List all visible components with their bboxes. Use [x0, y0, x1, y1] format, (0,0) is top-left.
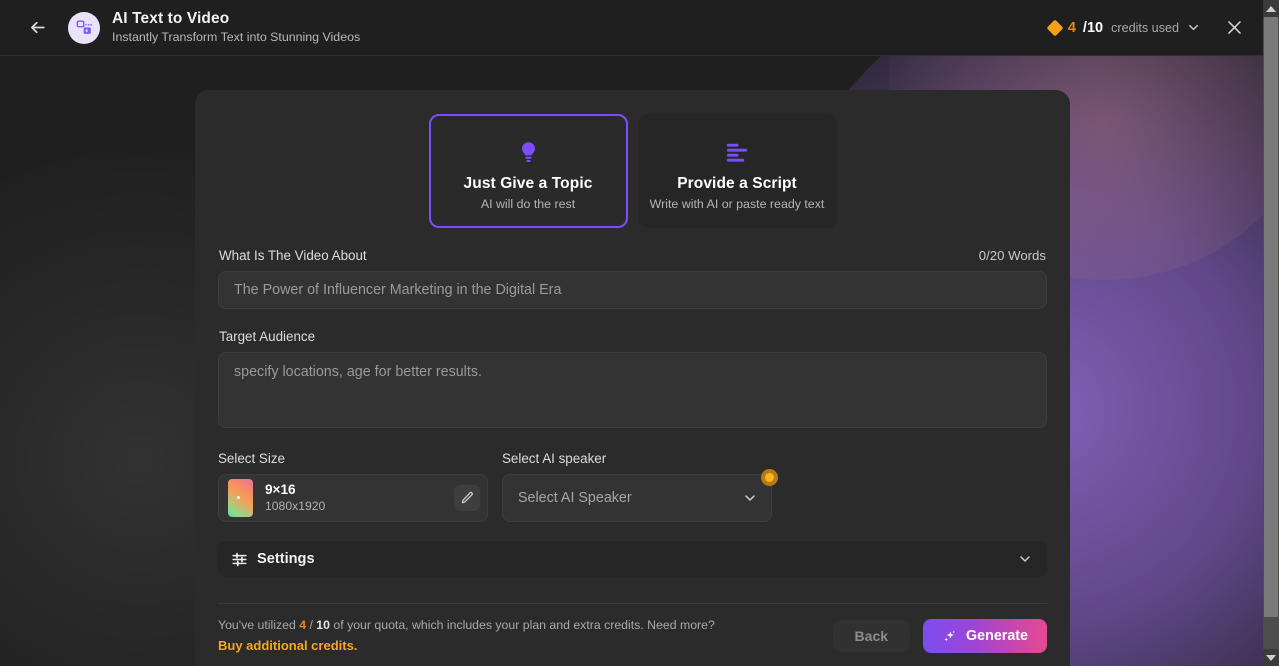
- diamond-icon: [1046, 19, 1064, 36]
- topic-input[interactable]: [218, 271, 1047, 309]
- mode-selector: Just Give a Topic AI will do the rest Pr…: [218, 114, 1047, 228]
- mode-card-subtitle: Write with AI or paste ready text: [649, 197, 825, 211]
- credits-separator-total: /10: [1082, 19, 1104, 36]
- speaker-selected-value: Select AI Speaker: [518, 490, 632, 506]
- top-bar: AI Text to Video Instantly Transform Tex…: [0, 0, 1263, 56]
- size-selector[interactable]: 9×16 1080x1920: [218, 474, 488, 522]
- arrow-left-icon: [30, 21, 45, 34]
- close-icon: [1227, 21, 1241, 34]
- credits-chevron-down-icon[interactable]: [1186, 20, 1201, 35]
- scrollbar-track[interactable]: [1263, 17, 1279, 649]
- close-button[interactable]: [1219, 13, 1249, 43]
- quota-message: You've utilized 4 / 10 of your quota, wh…: [218, 617, 715, 656]
- settings-label: Settings: [257, 551, 315, 567]
- quota-suffix: of your quota, which includes your plan …: [329, 618, 715, 632]
- notification-dot-icon[interactable]: [761, 469, 778, 486]
- mode-card-just-give-a-topic[interactable]: Just Give a Topic AI will do the rest: [428, 114, 628, 228]
- mode-card-subtitle: AI will do the rest: [480, 197, 576, 211]
- generate-button[interactable]: Generate: [923, 619, 1047, 654]
- settings-chevron-down-icon: [1017, 551, 1033, 567]
- audience-field-label: Target Audience: [219, 329, 316, 344]
- page-scrollbar[interactable]: [1263, 0, 1279, 666]
- size-preview-thumbnail: [228, 479, 253, 517]
- app-logo-icon: [76, 20, 92, 34]
- quota-slash: /: [306, 618, 317, 632]
- buy-credits-link[interactable]: Buy additional credits.: [218, 637, 715, 656]
- text-to-video-panel: Just Give a Topic AI will do the rest Pr…: [195, 90, 1070, 666]
- credits-used-count: 4: [1067, 19, 1076, 36]
- edit-size-button[interactable]: [454, 485, 480, 511]
- top-bar-right-group: 4 /10 credits used: [1046, 13, 1249, 43]
- topic-field-label: What Is The Video About: [219, 248, 367, 263]
- size-resolution: 1080x1920: [265, 499, 326, 514]
- audience-field-group: Target Audience: [218, 329, 1047, 433]
- size-speaker-row: Select Size 9×16 1080x1920 Select AI spe…: [218, 451, 1047, 522]
- app-subtitle: Instantly Transform Text into Stunning V…: [112, 30, 361, 45]
- credits-label: credits used: [1111, 20, 1179, 35]
- size-field-label: Select Size: [218, 451, 285, 466]
- generate-button-label: Generate: [966, 628, 1028, 645]
- mode-card-title: Just Give a Topic: [463, 175, 593, 192]
- mode-card-provide-a-script[interactable]: Provide a Script Write with AI or paste …: [637, 114, 837, 228]
- topic-field-header: What Is The Video About 0/20 Words: [218, 248, 1047, 263]
- speaker-field-group: Select AI speaker Select AI Speaker: [502, 451, 778, 522]
- sliders-icon: [231, 551, 248, 568]
- app-logo: [68, 11, 100, 44]
- topic-field-group: What Is The Video About 0/20 Words: [218, 248, 1047, 309]
- size-field-group: Select Size 9×16 1080x1920: [218, 451, 488, 522]
- back-button[interactable]: [22, 13, 52, 43]
- lightbulb-icon: [516, 135, 541, 169]
- app-title: AI Text to Video: [112, 10, 230, 28]
- speaker-field-label: Select AI speaker: [502, 451, 607, 466]
- settings-accordion[interactable]: Settings: [218, 541, 1047, 577]
- pencil-icon: [461, 491, 473, 504]
- size-ratio: 9×16: [265, 481, 296, 497]
- mode-card-title: Provide a Script: [677, 175, 797, 192]
- speaker-dropdown[interactable]: Select AI Speaker: [502, 474, 772, 522]
- app-title-group: AI Text to Video Instantly Transform Tex…: [112, 10, 360, 45]
- back-step-button[interactable]: Back: [832, 620, 911, 653]
- align-left-icon: [724, 135, 751, 169]
- topic-word-counter: 0/20 Words: [978, 248, 1046, 263]
- credits-indicator[interactable]: 4 /10 credits used: [1046, 19, 1201, 36]
- footer-buttons: Back Generate: [832, 619, 1047, 654]
- size-text-group: 9×16 1080x1920: [265, 482, 325, 514]
- quota-total: 10: [316, 618, 330, 632]
- scrollbar-thumb[interactable]: [1264, 17, 1278, 617]
- sparkles-icon: [942, 628, 958, 644]
- panel-footer: You've utilized 4 / 10 of your quota, wh…: [218, 604, 1047, 656]
- scroll-down-arrow-icon[interactable]: [1263, 649, 1279, 666]
- quota-prefix: You've utilized: [218, 618, 300, 632]
- scroll-up-arrow-icon[interactable]: [1263, 0, 1279, 17]
- audience-field-header: Target Audience: [218, 329, 1047, 344]
- audience-textarea[interactable]: [218, 352, 1047, 428]
- speaker-chevron-down-icon: [742, 490, 758, 506]
